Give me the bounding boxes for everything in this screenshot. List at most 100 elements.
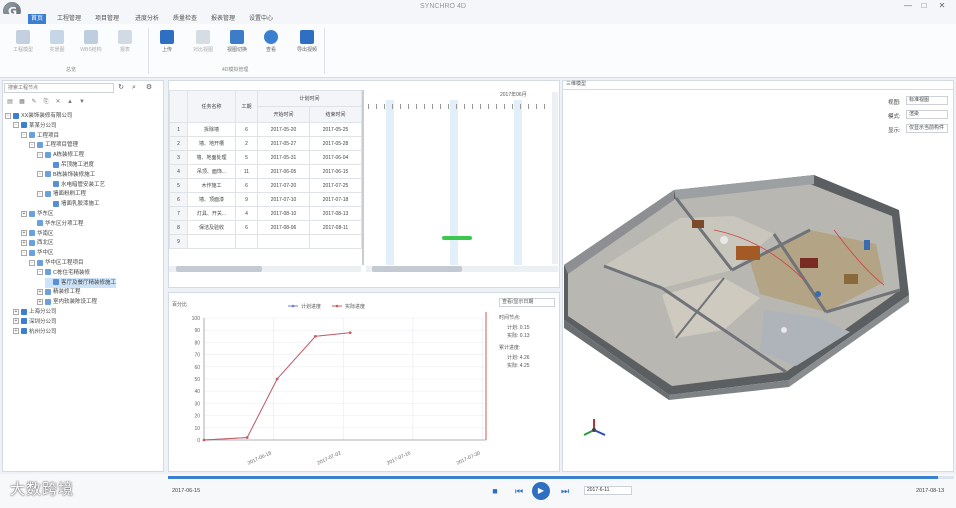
expand-icon[interactable]: + [21,210,27,217]
gantt-vscroll[interactable] [552,92,558,264]
gantt-hscroll-thumb[interactable] [372,266,462,272]
menu-tab-5[interactable]: 质量检查 [170,14,200,24]
move-down-icon[interactable]: ▼ [78,98,86,106]
delete-icon[interactable]: ✕ [54,98,62,106]
gantt-task-bar[interactable] [442,236,472,240]
move-up-icon[interactable]: ▲ [66,98,74,106]
tree-item[interactable]: - 墙面粉刷工程 [37,189,86,199]
search-icon[interactable]: ⌕ [130,84,138,92]
tree-item[interactable]: 客厅及餐厅精装修施工 [45,277,117,288]
ribbon-button-8[interactable]: 查看 [254,28,288,62]
ribbon-button-2[interactable]: 实景图 [40,28,74,62]
tree-item[interactable]: - 工程项目管理 [29,140,78,150]
table-row[interactable]: 2 墙、地开槽 2 2017-05-27 2017-05-28 [169,136,362,151]
ribbon-button-5[interactable]: 上传 [150,28,184,62]
expand-icon[interactable]: + [13,328,19,335]
tree-item[interactable]: - C栋住宅精装修 [37,268,90,278]
tree-item[interactable]: - A栋装修工程 [37,150,84,160]
expand-icon[interactable]: + [37,288,43,295]
menu-tab-6[interactable]: 报表管理 [208,14,238,24]
ribbon-button-7[interactable]: 视图切换 [220,28,254,62]
menu-tab-3[interactable]: 项目管理 [92,14,122,24]
ribbon-button-1[interactable]: 工程模型 [6,28,40,62]
collapse-icon[interactable]: - [37,151,43,158]
speed-select[interactable]: 2017-6-11 [584,486,632,495]
collapse-icon[interactable]: - [29,259,35,266]
view-control-select[interactable]: 渲染 [906,110,948,119]
table-row[interactable]: 5 木作施工 6 2017-07-20 2017-07-25 [169,178,362,193]
step-back-icon[interactable]: ⏮ [512,484,526,498]
refresh-icon[interactable]: ↻ [117,84,125,92]
collapse-icon[interactable]: - [13,122,19,129]
menu-tab-2[interactable]: 工程管理 [54,14,84,24]
expand-icon[interactable]: + [13,308,19,315]
settings-icon[interactable]: ⚙ [145,84,153,92]
collapse-icon[interactable]: - [21,249,27,256]
tree-item[interactable]: + 杭州分公司 [13,327,57,337]
search-input[interactable] [4,83,114,93]
tree-item[interactable]: 吊顶施工进度 [45,160,94,170]
tree-item[interactable]: - XX装饰装修有限公司 [5,111,72,121]
tree-item[interactable]: 墙面乳胶漆施工 [45,199,100,209]
step-forward-icon[interactable]: ⏭ [558,484,572,498]
tree-item[interactable]: - 华中区 [21,248,54,258]
table-row[interactable]: 1 拆除墙 6 2017-05-20 2017-05-25 [169,122,362,137]
menu-tab-4[interactable]: 进度分析 [132,14,162,24]
table-hscroll-thumb[interactable] [176,266,262,272]
tab-3d-model[interactable]: 三维模型 [566,80,586,89]
ribbon-button-3[interactable]: WBS结构 [74,28,108,62]
add-child-icon[interactable]: ▦ [18,98,26,106]
collapse-icon[interactable]: - [5,112,11,119]
collapse-icon[interactable]: - [21,132,27,139]
stop-icon[interactable]: ■ [488,484,502,498]
expand-icon[interactable]: + [13,318,19,325]
tree-item[interactable]: - 某某分公司 [13,121,57,131]
building-model-view[interactable] [564,170,954,400]
col-header-start[interactable]: 开始时间 [257,106,310,123]
collapse-icon[interactable]: - [37,190,43,197]
minimize-icon[interactable]: — [902,1,914,12]
tree-item[interactable]: + 精装修工程 [37,287,81,297]
table-row[interactable]: 9 [169,234,362,249]
expand-icon[interactable]: + [21,230,27,237]
tree-item[interactable]: + 上海分公司 [13,307,57,317]
collapse-icon[interactable]: - [37,269,43,276]
play-button[interactable]: ▶ [532,482,550,500]
col-header-task[interactable]: 任务名称 [187,90,236,123]
tree-item[interactable]: + 室内软装陈设工程 [37,297,97,307]
tree-item[interactable]: + 西北区 [21,238,54,248]
close-icon[interactable]: ✕ [936,1,948,12]
tree-item[interactable]: 华东区分项工程 [29,219,84,229]
menu-tab-7[interactable]: 设置中心 [246,14,276,24]
copy-icon[interactable]: ⎘ [42,98,50,106]
chart-date-select[interactable]: 查看/显示日期 [499,298,555,307]
tree-item[interactable]: + 深圳分公司 [13,317,57,327]
legend-entry[interactable]: 计划进度 [301,303,321,310]
maximize-icon[interactable]: □ [918,1,930,12]
table-row[interactable]: 3 墙、地面处理 5 2017-05-31 2017-06-04 [169,150,362,165]
table-row[interactable]: 4 吊顶、面饰... 11 2017-06-05 2017-06-15 [169,164,362,179]
tree-item[interactable]: - 华中区工程项目 [29,258,84,268]
tree-item[interactable]: + 华东区 [21,209,54,219]
table-row[interactable]: 6 墙、顶面漆 9 2017-07-10 2017-07-18 [169,192,362,207]
expand-icon[interactable]: + [37,298,43,305]
view-control-select[interactable]: 标准视图 [906,96,948,105]
col-header-end[interactable]: 结束时间 [309,106,362,123]
tree-item[interactable]: - B栋装饰装修施工 [37,170,95,180]
edit-icon[interactable]: ✎ [30,98,38,106]
tree-item[interactable]: - 工程项目 [21,131,59,141]
tree-item[interactable]: + 华南区 [21,229,54,239]
view-control-select[interactable]: 仅显示当前构件 [906,124,948,133]
menu-tab-1[interactable]: 首页 [28,14,47,24]
ribbon-button-6[interactable]: 对比视图 [186,28,220,62]
table-row[interactable]: 8 保洁及验收 6 2017-08-06 2017-08-11 [169,220,362,235]
table-row[interactable]: 7 灯具、开关... 4 2017-08-10 2017-08-13 [169,206,362,221]
add-node-icon[interactable]: ▤ [6,98,14,106]
ribbon-button-9[interactable]: 导出视频 [290,28,324,62]
legend-entry[interactable]: 实际进度 [345,303,365,310]
collapse-icon[interactable]: - [37,171,43,178]
ribbon-button-4[interactable]: 报表 [108,28,142,62]
collapse-icon[interactable]: - [29,141,35,148]
tree-item[interactable]: 水电暗管安装工艺 [45,180,105,190]
col-header-duration[interactable]: 工期 [235,90,258,123]
